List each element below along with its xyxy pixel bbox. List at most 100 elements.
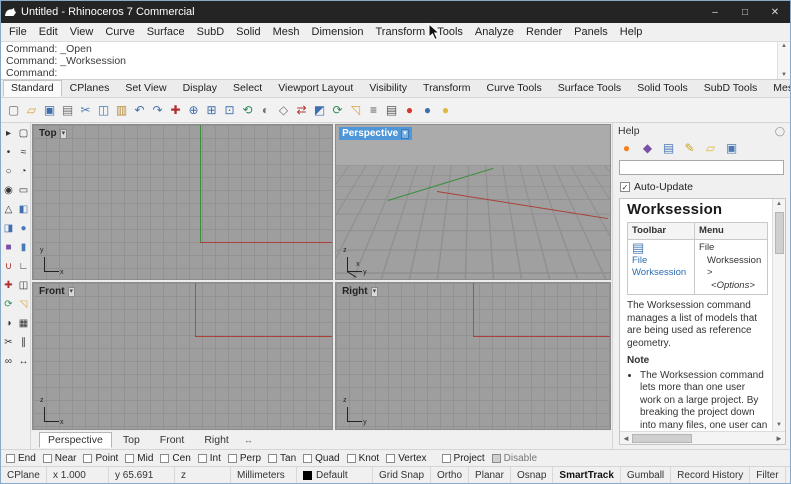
menu-item[interactable]: Analyze [469, 26, 520, 38]
scroll-up-icon[interactable]: ▲ [781, 42, 787, 50]
surface-icon[interactable]: ◧ [17, 203, 30, 216]
scrollbar-thumb[interactable] [632, 433, 692, 443]
redo-icon[interactable]: ↷ [149, 102, 166, 119]
osnap-checkbox[interactable]: Int [197, 453, 221, 464]
undo-icon[interactable]: ↶ [131, 102, 148, 119]
viewport-right[interactable]: Right ▾ z y [335, 282, 611, 430]
viewport-right-label[interactable]: Right ▾ [339, 285, 381, 298]
render-ball-red-icon[interactable]: ● [401, 102, 418, 119]
copy-icon[interactable]: ◫ [95, 102, 112, 119]
menu-item[interactable]: Edit [33, 26, 64, 38]
checkbox-checked[interactable]: ✓ [620, 182, 630, 192]
rotate-tool-icon[interactable]: ⟳ [2, 298, 15, 311]
status-toggle[interactable]: Filter [750, 467, 786, 483]
toolbar-tab[interactable]: Display [175, 80, 225, 97]
box-icon[interactable]: ■ [2, 241, 15, 254]
scroll-down-icon[interactable]: ▼ [781, 71, 787, 79]
toolbar-tab[interactable]: Transform [415, 80, 478, 97]
wireframe-view-icon[interactable]: ◇ [275, 102, 292, 119]
chevron-down-icon[interactable]: ▾ [59, 128, 68, 139]
viewport-tab[interactable]: Front [151, 432, 194, 448]
scale-icon[interactable]: ◹ [347, 102, 364, 119]
checkbox[interactable] [268, 453, 278, 463]
osnap-checkbox[interactable]: Project [441, 453, 485, 464]
checkbox[interactable] [303, 453, 313, 463]
mirror-icon[interactable]: ◑ [2, 317, 15, 330]
new-file-icon[interactable]: ▢ [5, 102, 22, 119]
chevron-down-icon[interactable]: ▾ [370, 286, 379, 297]
minimize-button[interactable]: – [700, 1, 730, 23]
osnap-checkbox[interactable]: Perp [227, 453, 261, 464]
command-scrollbar[interactable]: ▲ ▼ [777, 42, 790, 79]
cylinder-icon[interactable]: ▮ [17, 241, 30, 254]
checkbox[interactable] [6, 453, 15, 463]
menu-item[interactable]: Panels [568, 26, 614, 38]
render-ball-blue-icon[interactable]: ● [419, 102, 436, 119]
menu-item[interactable]: Render [520, 26, 568, 38]
menu-item[interactable]: Tools [431, 26, 469, 38]
maximize-button[interactable]: □ [730, 1, 760, 23]
osnap-checkbox[interactable]: Mid [125, 453, 153, 464]
rotate-view-icon[interactable]: ⟲ [239, 102, 256, 119]
status-toggle[interactable]: Grid Snap [373, 467, 432, 483]
command-prompt[interactable]: Command: [6, 67, 772, 79]
cut-icon[interactable]: ✂ [77, 102, 94, 119]
chevron-down-icon[interactable]: ▾ [401, 128, 409, 139]
book-icon[interactable]: ▤ [661, 141, 676, 156]
menu-item[interactable]: Curve [99, 26, 140, 38]
scale-tool-icon[interactable]: ◹ [17, 298, 30, 311]
viewport-top[interactable]: Top ▾ y x [32, 124, 334, 280]
monitor-icon[interactable]: ▣ [724, 141, 739, 156]
arc-icon[interactable]: ◔ [17, 165, 30, 178]
scroll-right-icon[interactable]: ► [773, 434, 785, 443]
folder-icon[interactable]: ▱ [703, 141, 718, 156]
scroll-left-icon[interactable]: ◄ [620, 434, 632, 443]
viewport-front-label[interactable]: Front ▾ [36, 285, 78, 298]
toolbar-tab[interactable]: Standard [3, 80, 62, 97]
checkbox[interactable] [227, 453, 237, 463]
menu-item[interactable]: Surface [141, 26, 191, 38]
status-toggle[interactable]: Record History [671, 467, 751, 483]
curve-icon[interactable]: ≈ [17, 146, 30, 159]
help-vertical-scrollbar[interactable]: ▲ ▼ [772, 199, 785, 431]
pencil-icon[interactable]: ✎ [682, 141, 697, 156]
home-icon[interactable]: ● [619, 141, 634, 156]
zoom-window-icon[interactable]: ⊞ [203, 102, 220, 119]
toolbar-tab[interactable]: Visibility [361, 80, 415, 97]
bookmark-icon[interactable]: ◆ [640, 141, 655, 156]
menu-item[interactable]: Help [614, 26, 649, 38]
close-button[interactable]: ✕ [760, 1, 790, 23]
toolbar-tab[interactable]: Select [225, 80, 270, 97]
copy-object-icon[interactable]: ◩ [311, 102, 328, 119]
pan-icon[interactable]: ✚ [167, 102, 184, 119]
menu-item[interactable]: View [64, 26, 100, 38]
viewport-perspective[interactable]: Perspective ▾ z y x [335, 124, 611, 280]
ellipse-icon[interactable]: ◉ [2, 184, 15, 197]
status-cplane[interactable]: CPlane [1, 467, 47, 483]
osnap-checkbox[interactable]: Quad [303, 453, 340, 464]
menu-item[interactable]: Dimension [306, 26, 370, 38]
toolbar-tab[interactable]: Curve Tools [479, 80, 550, 97]
paste-icon[interactable]: ▥ [113, 102, 130, 119]
toolbar-tab[interactable]: CPlanes [62, 80, 118, 97]
viewport-tab[interactable]: Top [114, 432, 149, 448]
extrude-icon[interactable]: ◨ [2, 222, 15, 235]
status-toggle[interactable]: Minutes from la [786, 467, 790, 483]
save-icon[interactable]: ▣ [41, 102, 58, 119]
circle-icon[interactable]: ○ [2, 165, 15, 178]
sphere-icon[interactable]: ● [17, 222, 30, 235]
osnap-checkbox[interactable]: Knot [346, 453, 379, 464]
dimension-icon[interactable]: ↔ [17, 355, 30, 368]
status-toggle[interactable]: Planar [469, 467, 511, 483]
file-worksession-link[interactable]: File Worksession [632, 255, 686, 279]
viewport-front[interactable]: Front ▾ z x [32, 282, 334, 430]
osnap-checkbox[interactable]: Cen [160, 453, 191, 464]
status-layer[interactable]: Default [297, 467, 373, 483]
copy-tool-icon[interactable]: ◫ [17, 279, 30, 292]
checkbox[interactable] [125, 453, 135, 463]
panel-options-icon[interactable]: ◯ [775, 126, 785, 137]
osnap-checkbox[interactable]: Tan [268, 453, 296, 464]
open-file-icon[interactable]: ▱ [23, 102, 40, 119]
menu-item[interactable]: SubD [191, 26, 231, 38]
osnap-checkbox[interactable]: Point [83, 453, 118, 464]
